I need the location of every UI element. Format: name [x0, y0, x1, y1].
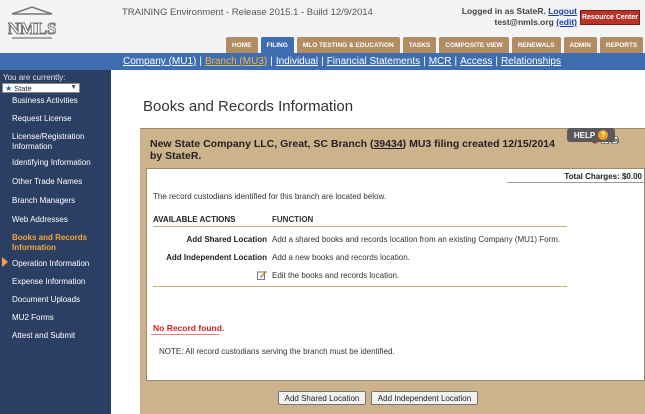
subnav-access[interactable]: Access	[460, 56, 492, 67]
subnav-company[interactable]: Company (MU1)	[123, 56, 196, 67]
filing-title-prefix: New State Company LLC, Great, SC Branch …	[150, 138, 374, 150]
add-shared-location-button[interactable]: Add Shared Location	[278, 391, 366, 405]
edit-email-link[interactable]: (edit)	[556, 17, 577, 27]
role-select-value: State	[14, 83, 32, 93]
sidebar-item-license-registration[interactable]: License/Registration Information	[12, 132, 110, 152]
top-navigation: HOME FILING MLO TESTING & EDUCATION TASK…	[226, 37, 644, 53]
login-info: Logged in as StateR. Logout test@nmls.or…	[402, 6, 577, 28]
subnav-relationships[interactable]: Relationships	[501, 56, 561, 67]
nav-composite-view[interactable]: COMPOSITE VIEW	[439, 37, 509, 53]
filing-title: New State Company LLC, Great, SC Branch …	[150, 138, 560, 162]
star-icon: ★	[5, 83, 13, 93]
nav-admin[interactable]: ADMIN	[563, 37, 597, 53]
question-icon: ?	[598, 130, 609, 140]
no-record-message: No Record found.	[153, 323, 225, 333]
nav-renewals[interactable]: RENEWALS	[511, 37, 561, 53]
function-text: Edit the books and records location.	[272, 270, 400, 280]
resource-center-button[interactable]: Resource Center	[580, 10, 640, 25]
intro-text: The record custodians identified for thi…	[153, 192, 387, 201]
actions-table: AVAILABLE ACTIONS FUNCTION Add Shared Lo…	[153, 215, 567, 287]
page-title: Books and Records Information	[143, 98, 354, 115]
sidebar-item-business-activities[interactable]: Business Activities	[12, 96, 110, 106]
nav-mlo-testing[interactable]: MLO TESTING & EDUCATION	[296, 37, 400, 53]
sub-navigation: Company (MU1) | Branch (MU3) | Individual |…	[0, 53, 645, 70]
add-independent-location-button[interactable]: Add Independent Location	[371, 391, 478, 405]
logged-in-text: Logged in as StateR.	[461, 6, 546, 16]
sidebar-item-expense-information[interactable]: Expense Information	[12, 277, 110, 287]
sidebar: You are currently: ★ State ▼ Business Ac…	[0, 70, 111, 414]
sidebar-item-books-and-records[interactable]: Books and Records Information	[12, 233, 98, 253]
table-row: Add Independent Location Add a new books…	[153, 248, 567, 266]
environment-title: TRAINING Environment - Release 2015.1 - …	[122, 7, 373, 18]
branch-id-link[interactable]: 39434	[373, 138, 402, 150]
action-edit	[153, 270, 272, 280]
table-row: Add Shared Location Add a shared books a…	[153, 230, 567, 248]
logo-text: NMLS	[8, 19, 56, 38]
total-charges: Total Charges: $0.00	[564, 172, 642, 181]
sidebar-item-identifying-information[interactable]: Identifying Information	[12, 158, 110, 168]
sidebar-item-web-addresses[interactable]: Web Addresses	[12, 215, 110, 225]
nmls-logo[interactable]: NMLS	[8, 6, 56, 40]
subnav-mcr[interactable]: MCR	[429, 56, 452, 67]
action-add-independent-location: Add Independent Location	[166, 252, 267, 262]
sidebar-item-mu2-forms[interactable]: MU2 Forms	[12, 313, 110, 323]
sidebar-item-document-uploads[interactable]: Document Uploads	[12, 295, 110, 305]
sidebar-item-branch-managers[interactable]: Branch Managers	[12, 196, 110, 206]
sidebar-item-request-license[interactable]: Request License	[12, 114, 110, 124]
function-text: Add a new books and records location.	[272, 252, 410, 262]
sidebar-item-operation-information[interactable]: Operation Information	[12, 259, 110, 269]
you-are-currently-label: You are currently:	[3, 73, 66, 82]
logout-link[interactable]: Logout	[548, 6, 577, 16]
action-add-shared-location: Add Shared Location	[186, 234, 267, 244]
role-select[interactable]: ★ State ▼	[2, 83, 80, 93]
divider	[151, 334, 219, 335]
help-button[interactable]: HELP ?	[567, 128, 615, 142]
help-label: HELP	[573, 130, 596, 140]
table-header: AVAILABLE ACTIONS FUNCTION	[153, 215, 567, 227]
user-email: test@nmls.org	[494, 17, 554, 27]
subnav-branch[interactable]: Branch (MU3)	[205, 56, 267, 67]
filing-panel: New State Company LLC, Great, SC Branch …	[140, 128, 645, 414]
content-area: Total Charges: $0.00 The record custodia…	[146, 168, 645, 381]
header-available-actions: AVAILABLE ACTIONS	[153, 215, 236, 224]
chevron-down-icon: ▼	[70, 84, 77, 91]
nav-reports[interactable]: REPORTS	[599, 37, 644, 53]
divider	[153, 286, 567, 287]
nav-filing[interactable]: FILING	[260, 37, 294, 53]
nav-home[interactable]: HOME	[226, 37, 258, 53]
nav-tasks[interactable]: TASKS	[402, 37, 437, 53]
active-arrow-icon	[2, 257, 8, 267]
table-row: Edit the books and records location.	[153, 266, 567, 284]
subnav-individual[interactable]: Individual	[276, 56, 318, 67]
subnav-financial-statements[interactable]: Financial Statements	[327, 56, 420, 67]
sidebar-item-other-trade-names[interactable]: Other Trade Names	[12, 177, 110, 187]
note-text: NOTE: All record custodians serving the …	[159, 347, 395, 356]
function-text: Add a shared books and records location …	[272, 234, 561, 244]
sidebar-item-attest-and-submit[interactable]: Attest and Submit	[12, 331, 110, 341]
edit-icon	[257, 270, 267, 280]
header-function: FUNCTION	[272, 215, 314, 224]
divider	[507, 182, 645, 183]
